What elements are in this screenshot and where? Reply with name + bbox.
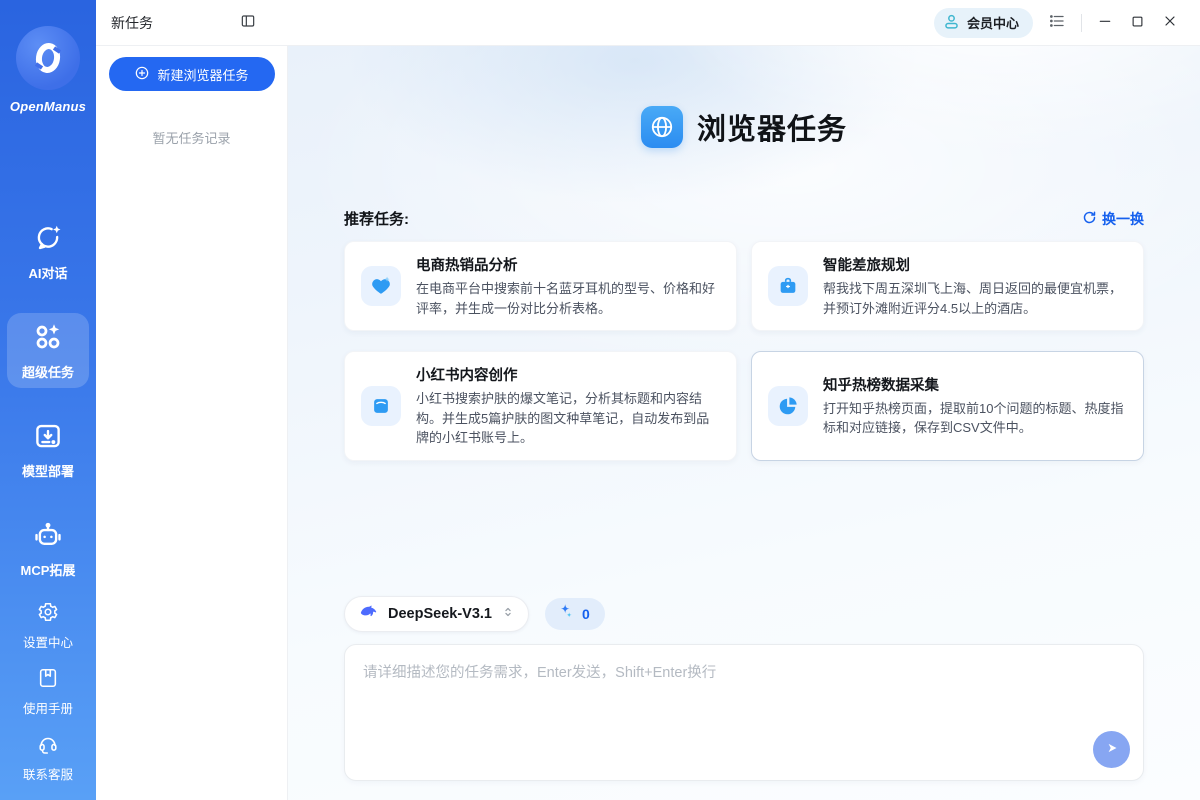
card-desc: 打开知乎热榜页面，提取前10个问题的标题、热度指标和对应链接，保存到CSV文件中… xyxy=(823,399,1125,438)
main-column: 新任务 会员中心 xyxy=(96,0,1200,800)
sidebar-nav: AI对话 超级任务 模型部署 MCP拓展 xyxy=(0,214,96,586)
app-window: OpenManus AI对话 超级任务 模型部署 xyxy=(0,0,1200,800)
card-text: 智能差旅规划 帮我找下周五深圳飞上海、周日返回的最便宜机票，并预订外滩附近评分4… xyxy=(823,254,1125,318)
window-controls-divider xyxy=(1081,14,1082,32)
send-arrow-icon xyxy=(1103,739,1121,760)
sidebar-item-label: 使用手册 xyxy=(23,698,73,717)
maximize-icon xyxy=(1130,14,1145,32)
close-button[interactable] xyxy=(1160,11,1180,34)
member-center-button[interactable]: 会员中心 xyxy=(934,8,1033,38)
sidebar-item-support[interactable]: 联系客服 xyxy=(7,730,89,786)
collapse-panel-icon xyxy=(240,13,256,32)
refresh-icon xyxy=(1082,210,1097,228)
support-icon xyxy=(37,733,59,760)
sparkles-icon xyxy=(556,602,576,625)
model-selector[interactable]: DeepSeek-V3.1 xyxy=(344,596,529,632)
chevron-up-down-icon xyxy=(501,605,515,622)
mcp-icon xyxy=(33,520,63,555)
body: 新建浏览器任务 暂无任务记录 浏览器任务 推荐任务: xyxy=(96,46,1200,800)
sidebar-item-manual[interactable]: 使用手册 xyxy=(7,664,89,720)
task-card-zhihu[interactable]: 知乎热榜数据采集 打开知乎热榜页面，提取前10个问题的标题、热度指标和对应链接，… xyxy=(751,351,1144,461)
super-task-icon xyxy=(33,322,63,357)
shuffle-tasks-button[interactable]: 换一换 xyxy=(1082,209,1144,229)
sidebar-item-super-task[interactable]: 超级任务 xyxy=(7,313,89,388)
close-icon xyxy=(1162,13,1178,32)
sidebar-item-settings[interactable]: 设置中心 xyxy=(7,598,89,654)
model-name: DeepSeek-V3.1 xyxy=(388,606,492,622)
card-title: 知乎热榜数据采集 xyxy=(823,374,1125,395)
tab-area: 新任务 xyxy=(96,11,288,34)
model-row: DeepSeek-V3.1 0 xyxy=(344,596,1144,632)
credits-badge[interactable]: 0 xyxy=(545,598,605,630)
task-card-xiaohongshu[interactable]: 小红书内容创作 小红书搜索护肤的爆文笔记，分析其标题和内容结构。并生成5篇护肤的… xyxy=(344,351,737,461)
sidebar-item-ai-chat[interactable]: AI对话 xyxy=(7,214,89,289)
page-hero: 浏览器任务 xyxy=(288,106,1200,148)
collapse-panel-button[interactable] xyxy=(238,11,258,34)
sidebar: OpenManus AI对话 超级任务 模型部署 xyxy=(0,0,96,800)
deepseek-whale-icon xyxy=(359,602,379,625)
card-desc: 在电商平台中搜索前十名蓝牙耳机的型号、价格和好评率，并生成一份对比分析表格。 xyxy=(416,279,718,318)
new-browser-task-button[interactable]: 新建浏览器任务 xyxy=(109,57,275,91)
task-list-button[interactable] xyxy=(1046,10,1068,35)
member-person-icon xyxy=(942,12,961,34)
empty-task-record-text: 暂无任务记录 xyxy=(96,128,287,147)
new-browser-task-label: 新建浏览器任务 xyxy=(157,65,248,84)
composer xyxy=(344,644,1144,781)
model-deploy-icon xyxy=(33,421,63,456)
sidebar-item-label: 模型部署 xyxy=(22,461,74,480)
sidebar-bottom-nav: 设置中心 使用手册 联系客服 xyxy=(0,598,96,786)
task-card-ecommerce[interactable]: 电商热销品分析 在电商平台中搜索前十名蓝牙耳机的型号、价格和好评率，并生成一份对… xyxy=(344,241,737,331)
task-cards: 电商热销品分析 在电商平台中搜索前十名蓝牙耳机的型号、价格和好评率，并生成一份对… xyxy=(344,241,1144,461)
credits-count: 0 xyxy=(582,606,590,622)
notebook-icon xyxy=(361,386,401,426)
card-text: 小红书内容创作 小红书搜索护肤的爆文笔记，分析其标题和内容结构。并生成5篇护肤的… xyxy=(416,364,718,448)
recommended-row: 推荐任务: 换一换 xyxy=(344,208,1144,229)
sidebar-item-mcp[interactable]: MCP拓展 xyxy=(7,511,89,586)
sidebar-item-label: 超级任务 xyxy=(22,362,74,381)
task-input[interactable] xyxy=(363,661,1011,741)
settings-icon xyxy=(37,601,59,628)
manual-icon xyxy=(37,667,59,694)
card-desc: 小红书搜索护肤的爆文笔记，分析其标题和内容结构。并生成5篇护肤的图文种草笔记，自… xyxy=(416,389,718,448)
card-text: 电商热销品分析 在电商平台中搜索前十名蓝牙耳机的型号、价格和好评率，并生成一份对… xyxy=(416,254,718,318)
card-title: 智能差旅规划 xyxy=(823,254,1125,275)
minimize-button[interactable] xyxy=(1095,11,1115,34)
card-title: 小红书内容创作 xyxy=(416,364,718,385)
card-text: 知乎热榜数据采集 打开知乎热榜页面，提取前10个问题的标题、热度指标和对应链接，… xyxy=(823,374,1125,438)
task-card-travel[interactable]: 智能差旅规划 帮我找下周五深圳飞上海、周日返回的最便宜机票，并预订外滩附近评分4… xyxy=(751,241,1144,331)
openmanus-logo-icon xyxy=(16,26,80,90)
topbar-right: 会员中心 xyxy=(934,8,1200,38)
recommended-label: 推荐任务: xyxy=(344,208,409,229)
member-center-label: 会员中心 xyxy=(967,13,1019,32)
send-button[interactable] xyxy=(1093,731,1130,768)
content: 浏览器任务 推荐任务: 换一换 xyxy=(288,46,1200,800)
sidebar-item-label: 联系客服 xyxy=(23,764,73,783)
maximize-button[interactable] xyxy=(1128,12,1147,34)
topbar: 新任务 会员中心 xyxy=(96,0,1200,46)
sidebar-item-label: MCP拓展 xyxy=(21,560,76,579)
tab-new-task[interactable]: 新任务 xyxy=(111,13,153,33)
card-title: 电商热销品分析 xyxy=(416,254,718,275)
shuffle-tasks-label: 换一换 xyxy=(1102,209,1144,229)
card-desc: 帮我找下周五深圳飞上海、周日返回的最便宜机票，并预订外滩附近评分4.5以上的酒店… xyxy=(823,279,1125,318)
briefcase-icon xyxy=(768,266,808,306)
list-icon xyxy=(1048,12,1066,33)
sidebar-item-label: AI对话 xyxy=(28,263,67,282)
sidebar-item-model-deploy[interactable]: 模型部署 xyxy=(7,412,89,487)
pie-chart-icon xyxy=(768,386,808,426)
sidebar-item-label: 设置中心 xyxy=(23,632,73,651)
heart-spark-icon xyxy=(361,266,401,306)
ai-chat-icon xyxy=(33,223,63,258)
brand-name: OpenManus xyxy=(10,99,86,114)
page-title: 浏览器任务 xyxy=(697,106,847,148)
minimize-icon xyxy=(1097,13,1113,32)
brand: OpenManus xyxy=(10,26,86,114)
browser-globe-icon xyxy=(641,106,683,148)
task-panel: 新建浏览器任务 暂无任务记录 xyxy=(96,46,288,800)
plus-circle-icon xyxy=(134,65,150,84)
